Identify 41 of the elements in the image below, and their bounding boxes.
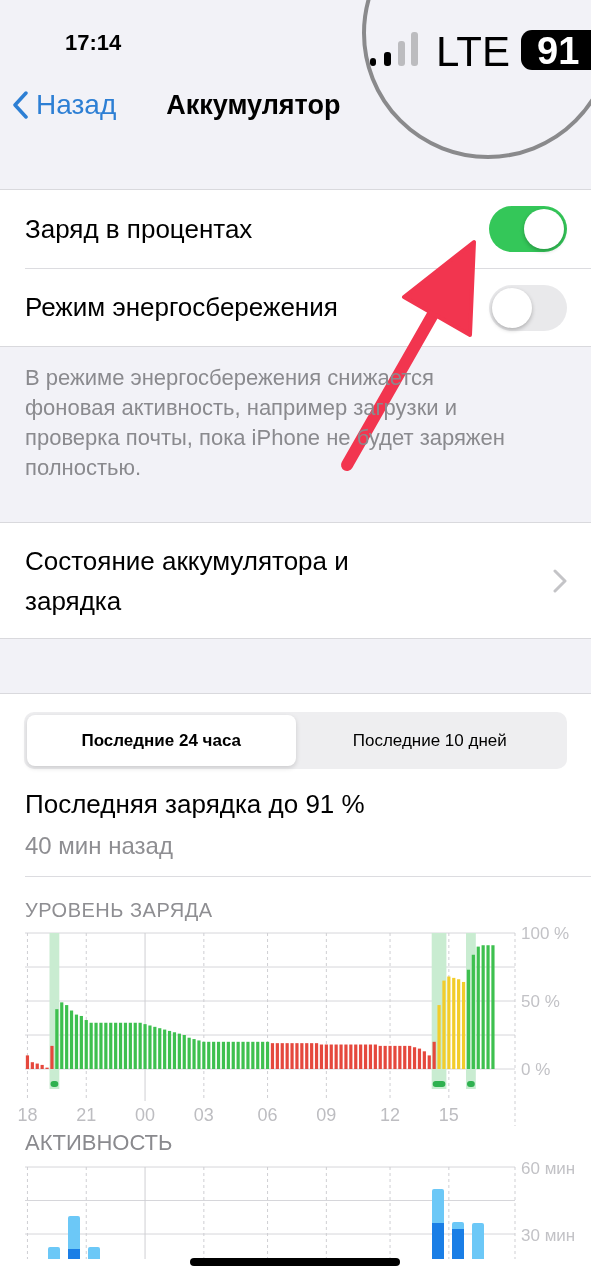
setting-label: Режим энергосбережения [25,291,338,324]
chevron-right-icon [553,568,567,593]
section-heading: АКТИВНОСТЬ [25,1129,174,1157]
period-tab[interactable]: Последние 10 дней [295,715,564,766]
activity-bar [48,1247,60,1259]
axis-label: 21 [76,1105,97,1125]
back-button[interactable]: Назад [0,84,117,126]
axis-label: 09 [316,1105,337,1125]
axis-label: 03 [193,1105,214,1125]
toggle-switch[interactable] [489,284,567,331]
status-time: 17:14 [65,30,122,55]
activity-bar-segment [432,1223,444,1259]
signal-icon [370,32,418,66]
period-tab[interactable]: Последние 24 часа [27,715,296,766]
axis-label: 60 мин [521,1159,576,1178]
battery-health-row[interactable]: Состояние аккумулятора и зарядка [0,523,591,638]
last-charge-title: Последняя зарядка до 91 % [25,788,366,821]
axis-label: 50 % [521,992,560,1011]
page-title: Аккумулятор [166,88,341,122]
axis-label: 06 [257,1105,278,1125]
activity-bar-segment [452,1229,464,1259]
battery-indicator: 91 [521,30,591,72]
charging-marker [50,1081,59,1087]
charging-marker [467,1081,475,1087]
axis-label: 100 % [521,924,570,943]
activity-bar [472,1223,484,1259]
setting-label: Заряд в процентах [25,212,253,246]
section-heading: УРОВЕНЬ ЗАРЯДА [25,898,214,923]
back-chevron-icon [12,91,28,119]
toggle-switch[interactable] [489,206,567,252]
last-charge-time: 40 мин назад [25,831,174,861]
axis-label: 15 [438,1105,459,1125]
axis-label: 00 [135,1105,156,1125]
axis-label: 18 [17,1105,38,1125]
activity-bar [88,1247,100,1259]
activity-bar-segment [68,1249,80,1259]
axis-label: 12 [380,1105,401,1125]
axis-label: 0 % [521,1060,551,1079]
axis-label: 30 мин [521,1226,576,1245]
charging-marker [432,1081,446,1087]
network-type: LTE [436,28,510,75]
